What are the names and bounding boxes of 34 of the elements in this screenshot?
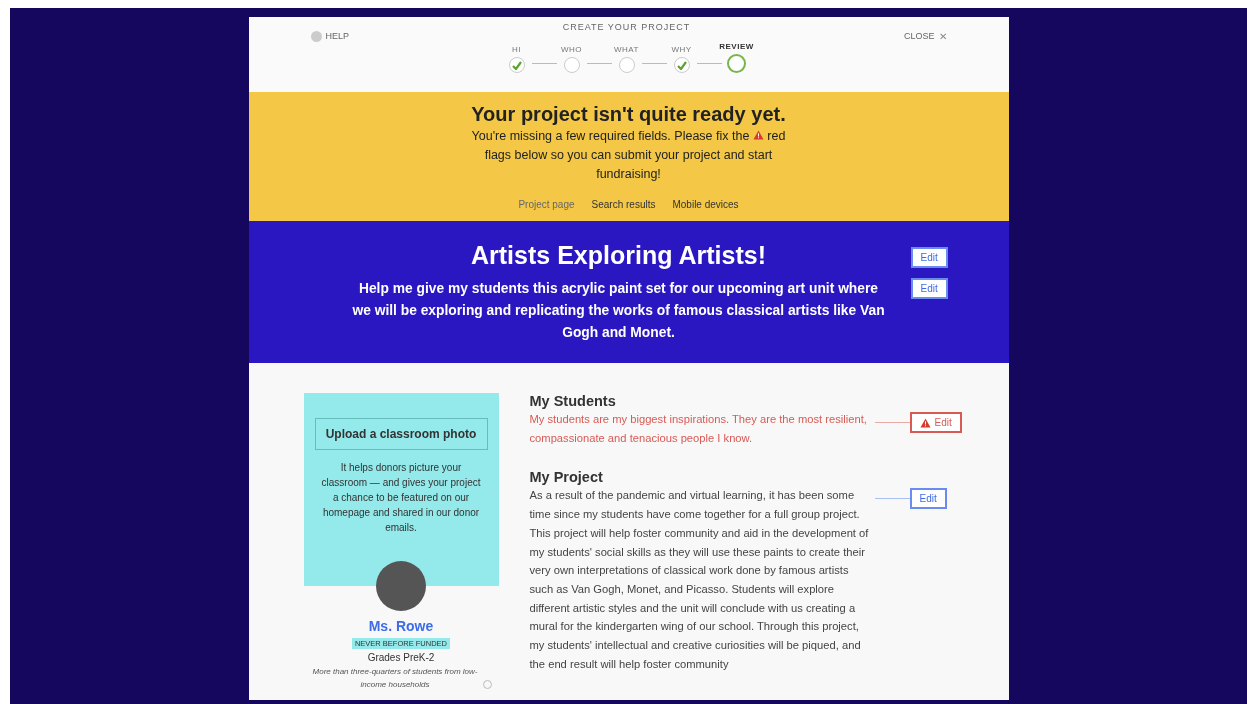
notice-message: flags below so you can submit your project and start fundraising! [483, 147, 774, 183]
notice-message: You're missing a few required fields. Please fix the [471, 129, 750, 143]
close-icon[interactable]: ✕ [938, 30, 947, 42]
upload-hint: It helps donors picture your classroom — and gives your project a chance to be featured on our homepage and shared in our donor emails. [321, 461, 481, 535]
teacher-name[interactable]: Ms. Rowe [368, 618, 434, 634]
edit-button[interactable]: Edit [910, 278, 948, 299]
step-label[interactable]: WHAT [614, 45, 639, 54]
grades-text: Grades PreK-2 [367, 652, 435, 663]
section-heading: My Project [529, 469, 604, 486]
step-label[interactable]: REVIEW [719, 42, 754, 51]
warning-icon [752, 130, 764, 140]
preview-tab[interactable]: Search results [591, 199, 656, 210]
section-text: As a result of the pandemic and virtual learning, it has been some time since my students have come together for a full group project. This project will help foster community and aid in the development of my students' social skills as they will use these paints to create their very own interpretations of classical work done by famous artists such as Van Gogh, Monet, and Picasso. Students will explore different artistic styles and the unit will conclude with us creating a mural for the kindergarten wing of our school. Through this project, my students' intellectual and creative curiosities will be piqued, and the end result will help foster community [529, 488, 870, 672]
notice-message: red [767, 129, 786, 143]
section-heading: My Students [529, 393, 617, 409]
notice-title: Your project isn't quite ready yet. [471, 103, 786, 126]
preview-tab[interactable]: Mobile devices [672, 199, 739, 210]
warning-icon [919, 417, 931, 428]
close-link[interactable]: CLOSE [904, 31, 935, 41]
step-label[interactable]: WHY [671, 45, 692, 54]
edit-button[interactable]: Edit [909, 412, 962, 433]
page-title: CREATE YOUR PROJECT [562, 22, 691, 32]
help-link[interactable]: HELP [325, 31, 349, 41]
project-summary: Help me give my students this acrylic paint set for our upcoming art unit where we will be exploring and replicating the works of famous classical artists like Van Gogh and Monet. [351, 280, 886, 342]
avatar-placeholder [376, 561, 426, 611]
project-title: Artists Exploring Artists! [471, 241, 766, 270]
help-icon[interactable] [310, 30, 322, 42]
upload-button[interactable]: Upload a classroom photo [314, 418, 488, 450]
edit-button[interactable]: Edit [910, 247, 948, 268]
step-label[interactable]: HI [512, 45, 521, 54]
section-text: My students are my biggest inspirations. They are the most resilient, compassionate and tenacious people I know. [529, 412, 868, 446]
edit-button[interactable]: Edit [909, 488, 947, 510]
income-note: More than three-quarters of students from low-income households [311, 666, 479, 691]
step-label[interactable]: WHO [560, 45, 583, 54]
